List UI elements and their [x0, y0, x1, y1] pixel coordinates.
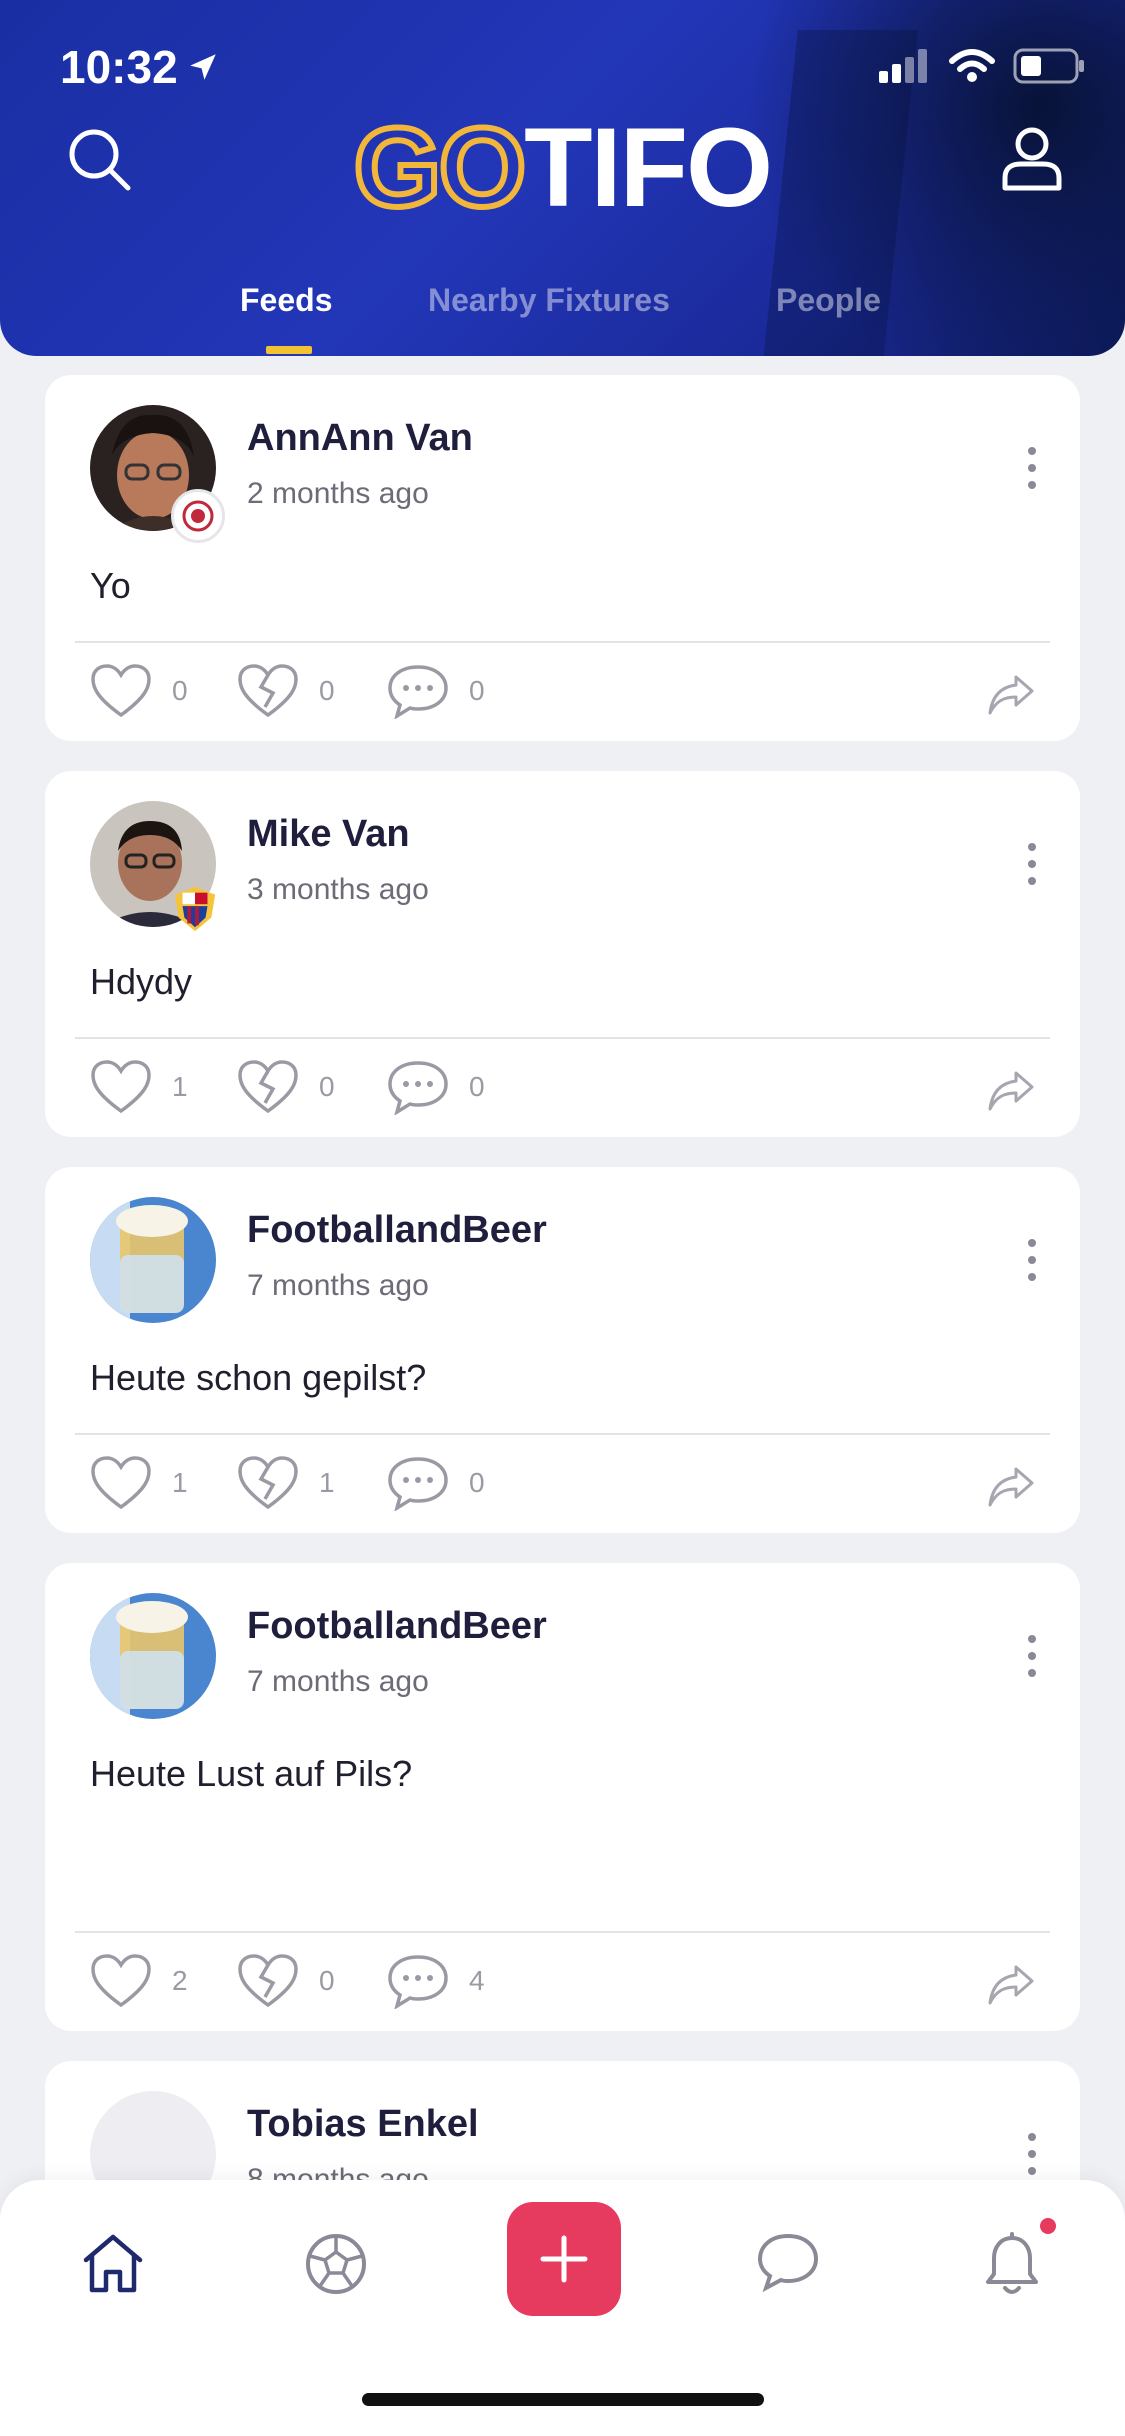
- feed-tabs: Feeds Nearby Fixtures People: [0, 280, 1125, 356]
- post-author[interactable]: AnnAnn Van: [247, 417, 473, 460]
- dislike-count: 0: [319, 1071, 335, 1102]
- profile-icon[interactable]: [1001, 126, 1063, 192]
- like-action[interactable]: 0: [90, 663, 188, 719]
- add-post-button[interactable]: [507, 2202, 621, 2316]
- broken-heart-icon[interactable]: [237, 1953, 299, 2009]
- post-author[interactable]: FootballandBeer: [247, 1605, 547, 1648]
- heart-icon[interactable]: [90, 1059, 152, 1115]
- football-icon[interactable]: [304, 2232, 368, 2296]
- post-author[interactable]: FootballandBeer: [247, 1209, 547, 1252]
- more-options-icon[interactable]: [1028, 447, 1036, 498]
- divider: [75, 1433, 1050, 1435]
- wifi-icon: [949, 49, 995, 82]
- team-badge-icon: [171, 489, 225, 543]
- heart-icon[interactable]: [90, 663, 152, 719]
- heart-icon[interactable]: [90, 1953, 152, 2009]
- dislike-action[interactable]: 0: [237, 1953, 335, 2009]
- post-time: 7 months ago: [247, 1269, 429, 1302]
- post-actions: 2 0 4: [45, 1941, 1080, 2021]
- avatar[interactable]: [90, 1197, 216, 1323]
- post-card[interactable]: AnnAnn Van 2 months ago Yo 0 0 0: [45, 375, 1080, 741]
- post-actions: 1 1 0: [45, 1443, 1080, 1523]
- share-icon[interactable]: [986, 1465, 1036, 1509]
- post-text: Heute Lust auf Pils?: [90, 1753, 413, 1794]
- dislike-action[interactable]: 0: [237, 1059, 335, 1115]
- logo-go: GO: [351, 105, 529, 230]
- broken-heart-icon[interactable]: [237, 1059, 299, 1115]
- heart-icon[interactable]: [90, 1455, 152, 1511]
- post-actions: 1 0 0: [45, 1047, 1080, 1127]
- battery-icon: [1013, 48, 1084, 84]
- like-count: 1: [172, 1467, 188, 1498]
- more-options-icon[interactable]: [1028, 843, 1036, 894]
- bell-icon[interactable]: [982, 2232, 1042, 2298]
- post-actions: 0 0 0: [45, 651, 1080, 731]
- home-icon[interactable]: [80, 2232, 146, 2294]
- status-time: 10:32: [60, 41, 178, 93]
- post-author[interactable]: Mike Van: [247, 813, 410, 856]
- post-time: 3 months ago: [247, 873, 429, 906]
- more-options-icon[interactable]: [1028, 2133, 1036, 2184]
- comment-count: 0: [469, 675, 485, 706]
- dislike-count: 0: [319, 675, 335, 706]
- share-icon[interactable]: [986, 1963, 1036, 2007]
- post-card[interactable]: Mike Van 3 months ago Hdydy 1 0 0: [45, 771, 1080, 1137]
- dislike-action[interactable]: 1: [237, 1455, 335, 1511]
- like-count: 2: [172, 1965, 188, 1996]
- comment-action[interactable]: 0: [387, 663, 485, 719]
- home-indicator: [362, 2393, 764, 2406]
- dislike-count: 1: [319, 1467, 335, 1498]
- post-author[interactable]: Tobias Enkel: [247, 2103, 479, 2146]
- dislike-action[interactable]: 0: [237, 663, 335, 719]
- tab-nearby-fixtures[interactable]: Nearby Fixtures: [428, 282, 670, 319]
- like-action[interactable]: 1: [90, 1455, 188, 1511]
- tab-people[interactable]: People: [776, 282, 881, 319]
- post-time: 2 months ago: [247, 477, 429, 510]
- share-icon[interactable]: [986, 1069, 1036, 1113]
- chat-icon[interactable]: [756, 2232, 820, 2292]
- location-arrow-icon: [190, 54, 216, 80]
- tab-feeds[interactable]: Feeds: [240, 282, 332, 319]
- comment-action[interactable]: 0: [387, 1455, 485, 1511]
- like-action[interactable]: 1: [90, 1059, 188, 1115]
- like-count: 0: [172, 675, 188, 706]
- more-options-icon[interactable]: [1028, 1635, 1036, 1686]
- app-header: 10:32 GOTIFO Feeds Nearby Fixtures Peopl…: [0, 0, 1125, 356]
- signal-icon: [879, 49, 927, 83]
- post-text: Hdydy: [90, 961, 193, 1002]
- divider: [75, 1037, 1050, 1039]
- post-card[interactable]: FootballandBeer 7 months ago Heute schon…: [45, 1167, 1080, 1533]
- post-text: Heute schon gepilst?: [90, 1357, 427, 1398]
- more-options-icon[interactable]: [1028, 1239, 1036, 1290]
- notification-dot: [1040, 2218, 1056, 2234]
- comment-icon[interactable]: [387, 663, 449, 719]
- like-action[interactable]: 2: [90, 1953, 188, 2009]
- broken-heart-icon[interactable]: [237, 663, 299, 719]
- avatar[interactable]: [90, 1593, 216, 1719]
- comment-icon[interactable]: [387, 1059, 449, 1115]
- add-icon[interactable]: [539, 2234, 589, 2284]
- post-time: 7 months ago: [247, 1665, 429, 1698]
- like-count: 1: [172, 1071, 188, 1102]
- comment-count: 0: [469, 1071, 485, 1102]
- divider: [75, 641, 1050, 643]
- status-indicators: [879, 48, 1085, 84]
- comment-count: 4: [469, 1965, 485, 1996]
- app-logo: GOTIFO: [0, 109, 1125, 227]
- comment-icon[interactable]: [387, 1953, 449, 2009]
- broken-heart-icon[interactable]: [237, 1455, 299, 1511]
- logo-tifo: TIFO: [524, 105, 773, 230]
- team-badge-icon: [171, 885, 219, 933]
- dislike-count: 0: [319, 1965, 335, 1996]
- comment-action[interactable]: 0: [387, 1059, 485, 1115]
- comment-icon[interactable]: [387, 1455, 449, 1511]
- post-text: Yo: [90, 565, 131, 606]
- share-icon[interactable]: [986, 673, 1036, 717]
- post-card[interactable]: FootballandBeer 7 months ago Heute Lust …: [45, 1563, 1080, 2031]
- divider: [75, 1931, 1050, 1933]
- active-tab-indicator: [266, 346, 312, 354]
- comment-count: 0: [469, 1467, 485, 1498]
- comment-action[interactable]: 4: [387, 1953, 485, 2009]
